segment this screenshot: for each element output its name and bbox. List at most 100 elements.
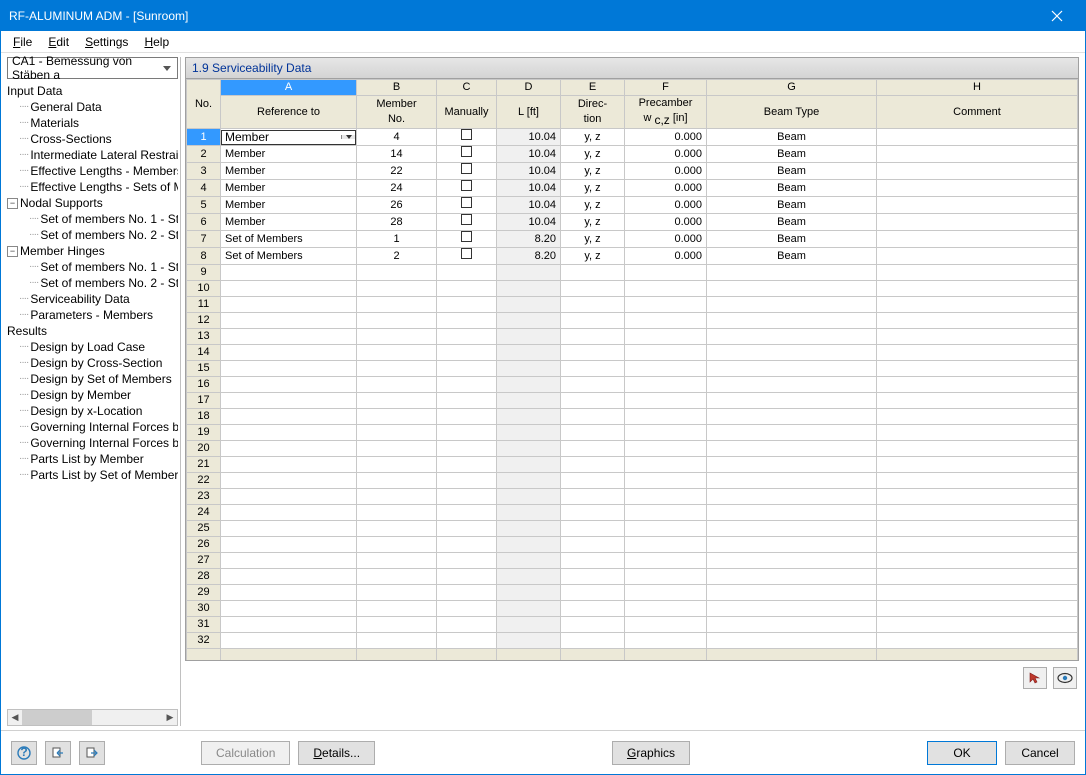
table-row[interactable]: 8Set of Members28.20y, z0.000Beam bbox=[187, 248, 1078, 265]
col-precamber[interactable]: Precamberw c,z [in] bbox=[625, 96, 707, 129]
row-number[interactable]: 1 bbox=[187, 129, 221, 146]
table-row[interactable]: 1Member410.04y, z0.000Beam bbox=[187, 129, 1078, 146]
help-button[interactable]: ? bbox=[11, 741, 37, 765]
scroll-thumb[interactable] bbox=[22, 710, 92, 725]
table-row[interactable]: 22 bbox=[187, 473, 1078, 489]
checkbox-icon[interactable] bbox=[461, 146, 472, 157]
tree-general-data[interactable]: ····General Data bbox=[7, 99, 178, 115]
row-number[interactable]: 22 bbox=[187, 473, 221, 489]
cell-comment[interactable] bbox=[877, 231, 1078, 248]
cell-mno[interactable]: 1 bbox=[357, 231, 437, 248]
cell-dir[interactable]: y, z bbox=[561, 214, 625, 231]
cell-L[interactable]: 10.04 bbox=[497, 214, 561, 231]
row-number[interactable]: 14 bbox=[187, 345, 221, 361]
cell-comment[interactable] bbox=[877, 248, 1078, 265]
cell-pc[interactable]: 0.000 bbox=[625, 180, 707, 197]
cell-pc[interactable]: 0.000 bbox=[625, 231, 707, 248]
cell-dir[interactable]: y, z bbox=[561, 146, 625, 163]
tree-nodal-supports[interactable]: −Nodal Supports bbox=[7, 195, 178, 211]
table-row[interactable]: 13 bbox=[187, 329, 1078, 345]
cell-manual[interactable] bbox=[437, 129, 497, 146]
cell-ref[interactable]: Member bbox=[221, 163, 357, 180]
collapse-icon[interactable]: − bbox=[7, 246, 18, 257]
cell-manual[interactable] bbox=[437, 180, 497, 197]
cell-mno[interactable]: 22 bbox=[357, 163, 437, 180]
cell-comment[interactable] bbox=[877, 129, 1078, 146]
table-row[interactable]: 29 bbox=[187, 585, 1078, 601]
col-G[interactable]: G bbox=[707, 80, 877, 96]
tree-r-parts-s[interactable]: ····Parts List by Set of Members bbox=[7, 467, 178, 483]
cell-comment[interactable] bbox=[877, 214, 1078, 231]
row-number[interactable]: 17 bbox=[187, 393, 221, 409]
col-member-no[interactable]: MemberNo. bbox=[357, 96, 437, 129]
cell-L[interactable]: 10.04 bbox=[497, 197, 561, 214]
cell-comment[interactable] bbox=[877, 180, 1078, 197]
tree-eff-members[interactable]: ····Effective Lengths - Members bbox=[7, 163, 178, 179]
table-row[interactable]: 28 bbox=[187, 569, 1078, 585]
cell-dir[interactable]: y, z bbox=[561, 197, 625, 214]
row-number[interactable]: 16 bbox=[187, 377, 221, 393]
tree-r-gif-m[interactable]: ····Governing Internal Forces by M bbox=[7, 419, 178, 435]
data-grid[interactable]: No. A B C D E F G H Reference to MemberN… bbox=[185, 79, 1079, 661]
table-row[interactable]: 15 bbox=[187, 361, 1078, 377]
col-E[interactable]: E bbox=[561, 80, 625, 96]
row-number[interactable]: 20 bbox=[187, 441, 221, 457]
table-row[interactable]: 25 bbox=[187, 521, 1078, 537]
tree-results-header[interactable]: Results bbox=[7, 323, 178, 339]
table-row[interactable]: 6Member2810.04y, z0.000Beam bbox=[187, 214, 1078, 231]
table-row[interactable]: 32 bbox=[187, 633, 1078, 649]
next-button[interactable] bbox=[79, 741, 105, 765]
tree-member-hinges[interactable]: −Member Hinges bbox=[7, 243, 178, 259]
table-row[interactable]: 4Member2410.04y, z0.000Beam bbox=[187, 180, 1078, 197]
navigator-tree[interactable]: Input Data ····General Data ····Material… bbox=[7, 81, 178, 707]
table-row[interactable]: 10 bbox=[187, 281, 1078, 297]
table-row[interactable]: 7Set of Members18.20y, z0.000Beam bbox=[187, 231, 1078, 248]
view-button[interactable] bbox=[1053, 667, 1077, 689]
cell-L[interactable]: 8.20 bbox=[497, 248, 561, 265]
cell-manual[interactable] bbox=[437, 146, 497, 163]
table-row[interactable]: 21 bbox=[187, 457, 1078, 473]
cell-ref[interactable]: Member bbox=[221, 214, 357, 231]
cell-mno[interactable]: 24 bbox=[357, 180, 437, 197]
row-number[interactable]: 4 bbox=[187, 180, 221, 197]
col-no[interactable]: No. bbox=[187, 80, 221, 129]
cell-bt[interactable]: Beam bbox=[707, 129, 877, 146]
row-number[interactable]: 7 bbox=[187, 231, 221, 248]
row-number[interactable]: 32 bbox=[187, 633, 221, 649]
row-number[interactable]: 18 bbox=[187, 409, 221, 425]
calculation-button[interactable]: Calculation bbox=[201, 741, 290, 765]
col-C[interactable]: C bbox=[437, 80, 497, 96]
chevron-down-icon[interactable] bbox=[341, 135, 355, 139]
row-number[interactable]: 31 bbox=[187, 617, 221, 633]
tree-mh2[interactable]: ····Set of members No. 2 - Sta bbox=[7, 275, 178, 291]
tree-hscrollbar[interactable]: ◀ ▶ bbox=[7, 709, 178, 726]
details-button[interactable]: Details... bbox=[298, 741, 375, 765]
checkbox-icon[interactable] bbox=[461, 197, 472, 208]
col-direction[interactable]: Direc-tion bbox=[561, 96, 625, 129]
row-number[interactable]: 30 bbox=[187, 601, 221, 617]
table-row[interactable]: 31 bbox=[187, 617, 1078, 633]
table-row[interactable]: 12 bbox=[187, 313, 1078, 329]
row-number[interactable]: 2 bbox=[187, 146, 221, 163]
cell-dir[interactable]: y, z bbox=[561, 129, 625, 146]
cancel-button[interactable]: Cancel bbox=[1005, 741, 1075, 765]
col-ref-to[interactable]: Reference to bbox=[221, 96, 357, 129]
tree-r-loadcase[interactable]: ····Design by Load Case bbox=[7, 339, 178, 355]
cell-comment[interactable] bbox=[877, 163, 1078, 180]
cell-dir[interactable]: y, z bbox=[561, 180, 625, 197]
tree-r-xsection[interactable]: ····Design by Cross-Section bbox=[7, 355, 178, 371]
row-number[interactable]: 21 bbox=[187, 457, 221, 473]
row-number[interactable]: 10 bbox=[187, 281, 221, 297]
col-D[interactable]: D bbox=[497, 80, 561, 96]
tree-mh1[interactable]: ····Set of members No. 1 - Sta bbox=[7, 259, 178, 275]
cell-ref[interactable]: Member bbox=[221, 146, 357, 163]
checkbox-icon[interactable] bbox=[461, 214, 472, 225]
cell-comment[interactable] bbox=[877, 146, 1078, 163]
cell-pc[interactable]: 0.000 bbox=[625, 146, 707, 163]
menu-help[interactable]: Help bbox=[138, 33, 175, 51]
cell-manual[interactable] bbox=[437, 214, 497, 231]
cell-bt[interactable]: Beam bbox=[707, 197, 877, 214]
cell-L[interactable]: 10.04 bbox=[497, 180, 561, 197]
cell-L[interactable]: 10.04 bbox=[497, 163, 561, 180]
table-row[interactable]: 11 bbox=[187, 297, 1078, 313]
